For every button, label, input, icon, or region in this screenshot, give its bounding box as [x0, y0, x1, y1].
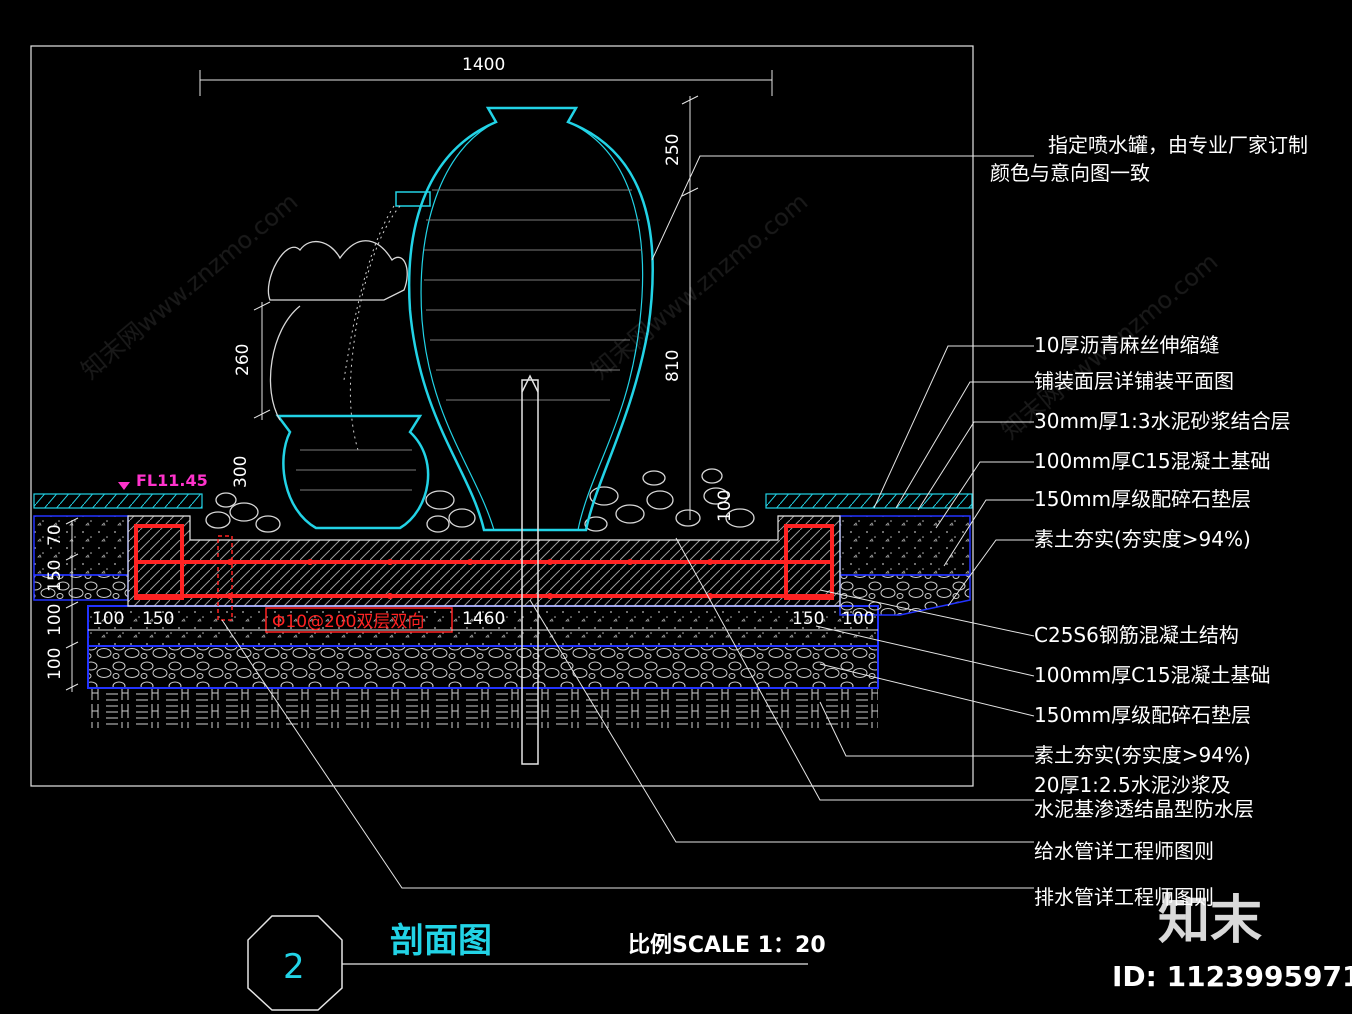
dim-left-100b: 100 — [45, 648, 65, 680]
dim-bottom-150-left: 150 — [142, 609, 174, 629]
callout-jar-2: 颜色与意向图一致 — [990, 161, 1150, 185]
callout-jar-1: 指定喷水罐，由专业厂家订制 — [1048, 133, 1308, 157]
dim-top-width: 1400 — [462, 55, 505, 75]
plant — [267, 240, 408, 301]
dim-jar-height: 810 — [663, 350, 683, 382]
callout-waterproof-1: 20厚1:2.5水泥沙浆及 — [1034, 773, 1231, 797]
dim-left-100a: 100 — [45, 604, 65, 636]
level-marker — [118, 482, 130, 490]
dim-left-150: 150 — [45, 560, 65, 592]
callout-c15-lower: 100mm厚C15混凝土基础 — [1034, 663, 1271, 687]
watermark-id: ID: 1123995971 — [1112, 960, 1352, 993]
watermark-brand: 知末 — [1158, 891, 1262, 951]
dim-left-70: 70 — [45, 524, 65, 546]
dim-small-pot: 260 — [233, 344, 253, 376]
callout-gravel-upper: 150mm厚级配碎石垫层 — [1034, 487, 1251, 511]
gravel-bed — [87, 645, 879, 689]
callout-c15-upper: 100mm厚C15混凝土基础 — [1034, 449, 1271, 473]
dim-bottom-1460: 1460 — [462, 609, 505, 629]
dim-pipe-stub: 100 — [715, 490, 735, 522]
pebbles — [205, 468, 755, 533]
big-jar — [408, 106, 654, 532]
section-number: 2 — [283, 947, 305, 987]
callout-soil-lower: 素土夯实(夯实度>94%) — [1034, 743, 1251, 767]
dim-pot-base: 300 — [231, 456, 251, 488]
rebar-note: Φ10@200双层双向 — [272, 612, 424, 632]
svg-text:知末网www.znzmo.com: 知末网www.znzmo.com — [586, 188, 813, 385]
paving-right — [765, 493, 973, 509]
dim-jar-neck: 250 — [663, 134, 683, 166]
level-label: FL11.45 — [136, 471, 208, 490]
callout-soil-upper: 素土夯实(夯实度>94%) — [1034, 527, 1251, 551]
callout-gravel-lower: 150mm厚级配碎石垫层 — [1034, 703, 1251, 727]
callout-paving-surface: 铺装面层详铺装平面图 — [1034, 369, 1234, 393]
callout-expansion-joint: 10厚沥青麻丝伸缩缝 — [1034, 333, 1219, 357]
section-drawing: 知末网www.znzmo.com 知末网www.znzmo.com 知末网www… — [30, 45, 1352, 1011]
paving-left — [33, 493, 203, 509]
dim-bottom-100-left: 100 — [92, 609, 124, 629]
drawing-title: 剖面图 — [390, 921, 492, 961]
callout-supply-pipe: 给水管详工程师图则 — [1034, 839, 1214, 863]
dim-bottom-100-right: 100 — [842, 609, 874, 629]
small-pot — [275, 414, 430, 530]
drawing-scale: 比例SCALE 1：20 — [628, 933, 826, 958]
callout-waterproof-2: 水泥基渗透结晶型防水层 — [1034, 797, 1254, 821]
callout-rc-structure: C25S6钢筋混凝土结构 — [1034, 623, 1239, 647]
compacted-soil — [88, 688, 878, 728]
dim-bottom-150-right: 150 — [792, 609, 824, 629]
callout-mortar-bed: 30mm厚1:3水泥砂浆结合层 — [1034, 409, 1291, 433]
